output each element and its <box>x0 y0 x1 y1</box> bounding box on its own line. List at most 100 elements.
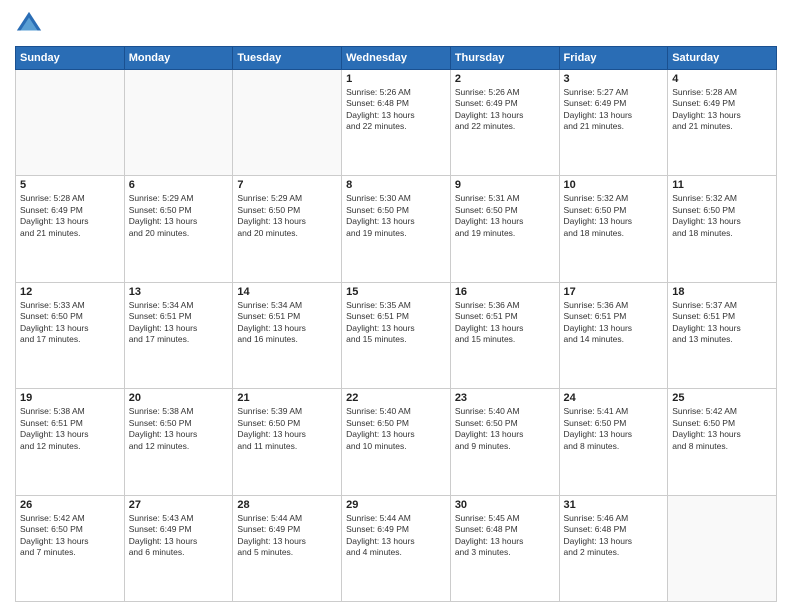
day-info: Sunrise: 5:39 AM Sunset: 6:50 PM Dayligh… <box>237 406 337 452</box>
day-number: 1 <box>346 73 446 85</box>
calendar-day-26: 26Sunrise: 5:42 AM Sunset: 6:50 PM Dayli… <box>16 495 125 601</box>
day-number: 10 <box>564 179 664 191</box>
day-number: 4 <box>672 73 772 85</box>
calendar-header-monday: Monday <box>124 47 233 70</box>
day-number: 31 <box>564 499 664 511</box>
day-number: 15 <box>346 286 446 298</box>
day-number: 27 <box>129 499 229 511</box>
logo-icon <box>15 10 43 38</box>
day-number: 11 <box>672 179 772 191</box>
day-number: 3 <box>564 73 664 85</box>
day-number: 28 <box>237 499 337 511</box>
day-number: 8 <box>346 179 446 191</box>
calendar-day-9: 9 Sunrise: 5:31 AM Sunset: 6:50 PM Daylig… <box>450 176 559 282</box>
day-number: 24 <box>564 392 664 404</box>
day-info: Sunrise: 5:30 AM Sunset: 6:50 PM Dayligh… <box>346 193 446 239</box>
calendar-day-13: 13 Sunrise: 5:34 AM Sunset: 6:51 PM Dayli… <box>124 282 233 388</box>
calendar-day-8: 8 Sunrise: 5:30 AM Sunset: 6:50 PM Daylig… <box>342 176 451 282</box>
calendar-day-25: 25 Sunrise: 5:42 AM Sunset: 6:50 PM Dayli… <box>668 389 777 495</box>
day-info: Sunrise: 5:41 AM Sunset: 6:50 PM Dayligh… <box>564 406 664 452</box>
calendar-week-row: 5 Sunrise: 5:28 AM Sunset: 6:49 PM Daylig… <box>16 176 777 282</box>
calendar-day-1: 1 Sunrise: 5:26 AM Sunset: 6:48 PM Daylig… <box>342 70 451 176</box>
day-info: Sunrise: 5:28 AM Sunset: 6:49 PM Dayligh… <box>20 193 120 239</box>
day-number: 12 <box>20 286 120 298</box>
calendar-day-24: 24 Sunrise: 5:41 AM Sunset: 6:50 PM Dayli… <box>559 389 668 495</box>
calendar-empty-cell <box>124 70 233 176</box>
calendar-empty-cell <box>233 70 342 176</box>
day-number: 30 <box>455 499 555 511</box>
day-info: Sunrise: 5:33 AM Sunset: 6:50 PM Dayligh… <box>20 300 120 346</box>
calendar-day-11: 11 Sunrise: 5:32 AM Sunset: 6:50 PM Dayli… <box>668 176 777 282</box>
calendar-day-22: 22Sunrise: 5:40 AM Sunset: 6:50 PM Dayli… <box>342 389 451 495</box>
day-info: Sunrise: 5:27 AM Sunset: 6:49 PM Dayligh… <box>564 87 664 133</box>
calendar-day-31: 31Sunrise: 5:46 AM Sunset: 6:48 PM Dayli… <box>559 495 668 601</box>
calendar-week-row: 1 Sunrise: 5:26 AM Sunset: 6:48 PM Daylig… <box>16 70 777 176</box>
day-number: 21 <box>237 392 337 404</box>
calendar-day-21: 21 Sunrise: 5:39 AM Sunset: 6:50 PM Dayli… <box>233 389 342 495</box>
calendar-day-12: 12 Sunrise: 5:33 AM Sunset: 6:50 PM Dayli… <box>16 282 125 388</box>
calendar-day-23: 23 Sunrise: 5:40 AM Sunset: 6:50 PM Dayli… <box>450 389 559 495</box>
day-info: Sunrise: 5:44 AM Sunset: 6:49 PM Dayligh… <box>237 513 337 559</box>
day-info: Sunrise: 5:26 AM Sunset: 6:48 PM Dayligh… <box>346 87 446 133</box>
calendar-day-4: 4 Sunrise: 5:28 AM Sunset: 6:49 PM Daylig… <box>668 70 777 176</box>
day-number: 23 <box>455 392 555 404</box>
day-info: Sunrise: 5:28 AM Sunset: 6:49 PM Dayligh… <box>672 87 772 133</box>
calendar-header-friday: Friday <box>559 47 668 70</box>
day-number: 9 <box>455 179 555 191</box>
day-info: Sunrise: 5:37 AM Sunset: 6:51 PM Dayligh… <box>672 300 772 346</box>
day-info: Sunrise: 5:42 AM Sunset: 6:50 PM Dayligh… <box>672 406 772 452</box>
day-info: Sunrise: 5:32 AM Sunset: 6:50 PM Dayligh… <box>564 193 664 239</box>
calendar-header-wednesday: Wednesday <box>342 47 451 70</box>
day-info: Sunrise: 5:38 AM Sunset: 6:50 PM Dayligh… <box>129 406 229 452</box>
calendar-day-27: 27Sunrise: 5:43 AM Sunset: 6:49 PM Dayli… <box>124 495 233 601</box>
day-number: 5 <box>20 179 120 191</box>
calendar-day-3: 3 Sunrise: 5:27 AM Sunset: 6:49 PM Daylig… <box>559 70 668 176</box>
calendar-week-row: 12 Sunrise: 5:33 AM Sunset: 6:50 PM Dayli… <box>16 282 777 388</box>
calendar-day-28: 28 Sunrise: 5:44 AM Sunset: 6:49 PM Dayli… <box>233 495 342 601</box>
calendar-day-17: 17 Sunrise: 5:36 AM Sunset: 6:51 PM Dayli… <box>559 282 668 388</box>
calendar-day-19: 19 Sunrise: 5:38 AM Sunset: 6:51 PM Dayli… <box>16 389 125 495</box>
logo <box>15 10 47 38</box>
day-number: 7 <box>237 179 337 191</box>
day-info: Sunrise: 5:36 AM Sunset: 6:51 PM Dayligh… <box>455 300 555 346</box>
day-info: Sunrise: 5:26 AM Sunset: 6:49 PM Dayligh… <box>455 87 555 133</box>
calendar-header-sunday: Sunday <box>16 47 125 70</box>
calendar-day-5: 5 Sunrise: 5:28 AM Sunset: 6:49 PM Daylig… <box>16 176 125 282</box>
day-number: 16 <box>455 286 555 298</box>
header <box>15 10 777 38</box>
calendar-empty-cell <box>16 70 125 176</box>
day-info: Sunrise: 5:31 AM Sunset: 6:50 PM Dayligh… <box>455 193 555 239</box>
calendar-table: SundayMondayTuesdayWednesdayThursdayFrid… <box>15 46 777 602</box>
day-number: 17 <box>564 286 664 298</box>
day-info: Sunrise: 5:29 AM Sunset: 6:50 PM Dayligh… <box>237 193 337 239</box>
day-info: Sunrise: 5:34 AM Sunset: 6:51 PM Dayligh… <box>129 300 229 346</box>
day-number: 13 <box>129 286 229 298</box>
calendar-day-2: 2Sunrise: 5:26 AM Sunset: 6:49 PM Daylig… <box>450 70 559 176</box>
day-number: 25 <box>672 392 772 404</box>
day-info: Sunrise: 5:32 AM Sunset: 6:50 PM Dayligh… <box>672 193 772 239</box>
calendar-day-16: 16 Sunrise: 5:36 AM Sunset: 6:51 PM Dayli… <box>450 282 559 388</box>
day-number: 6 <box>129 179 229 191</box>
day-info: Sunrise: 5:45 AM Sunset: 6:48 PM Dayligh… <box>455 513 555 559</box>
calendar-day-7: 7 Sunrise: 5:29 AM Sunset: 6:50 PM Daylig… <box>233 176 342 282</box>
day-info: Sunrise: 5:38 AM Sunset: 6:51 PM Dayligh… <box>20 406 120 452</box>
day-info: Sunrise: 5:36 AM Sunset: 6:51 PM Dayligh… <box>564 300 664 346</box>
calendar-day-18: 18 Sunrise: 5:37 AM Sunset: 6:51 PM Dayli… <box>668 282 777 388</box>
calendar-day-29: 29 Sunrise: 5:44 AM Sunset: 6:49 PM Dayli… <box>342 495 451 601</box>
calendar-empty-cell <box>668 495 777 601</box>
day-info: Sunrise: 5:40 AM Sunset: 6:50 PM Dayligh… <box>455 406 555 452</box>
day-number: 18 <box>672 286 772 298</box>
calendar-header-thursday: Thursday <box>450 47 559 70</box>
calendar-header-saturday: Saturday <box>668 47 777 70</box>
day-number: 19 <box>20 392 120 404</box>
calendar-day-14: 14Sunrise: 5:34 AM Sunset: 6:51 PM Dayli… <box>233 282 342 388</box>
day-number: 20 <box>129 392 229 404</box>
day-number: 29 <box>346 499 446 511</box>
calendar-header-tuesday: Tuesday <box>233 47 342 70</box>
page: SundayMondayTuesdayWednesdayThursdayFrid… <box>0 0 792 612</box>
day-info: Sunrise: 5:44 AM Sunset: 6:49 PM Dayligh… <box>346 513 446 559</box>
calendar-week-row: 19 Sunrise: 5:38 AM Sunset: 6:51 PM Dayli… <box>16 389 777 495</box>
calendar-week-row: 26Sunrise: 5:42 AM Sunset: 6:50 PM Dayli… <box>16 495 777 601</box>
calendar-day-15: 15Sunrise: 5:35 AM Sunset: 6:51 PM Dayli… <box>342 282 451 388</box>
calendar-day-30: 30 Sunrise: 5:45 AM Sunset: 6:48 PM Dayli… <box>450 495 559 601</box>
